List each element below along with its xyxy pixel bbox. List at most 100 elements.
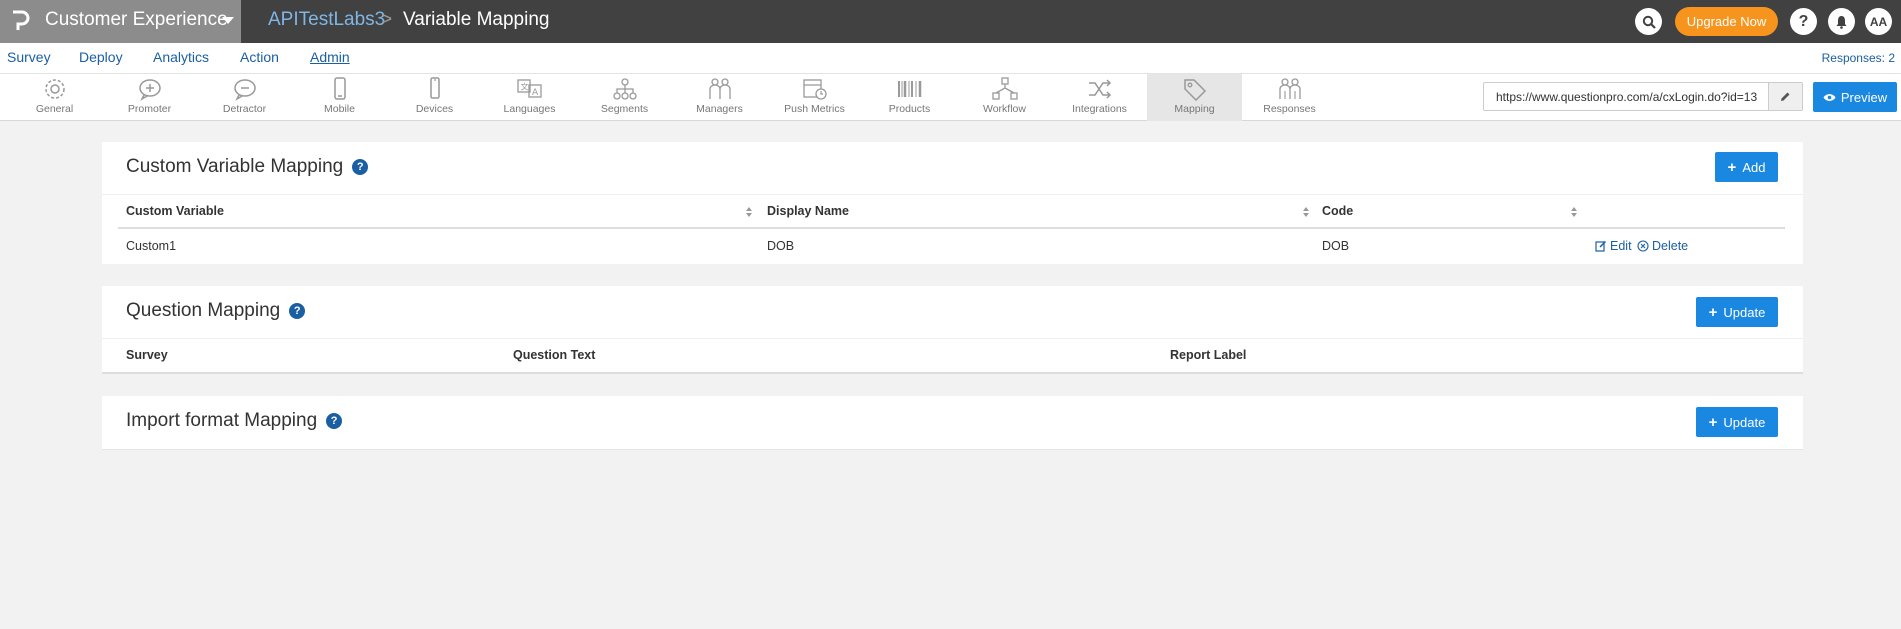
close-circle-icon xyxy=(1637,240,1649,252)
url-edit-button[interactable] xyxy=(1768,83,1802,110)
svg-text:A: A xyxy=(532,88,539,98)
edit-label: Edit xyxy=(1610,239,1632,253)
languages-icon: 文A xyxy=(516,79,542,98)
help-icon[interactable]: ? xyxy=(326,413,343,429)
notifications-button[interactable] xyxy=(1828,8,1855,35)
segments-icon xyxy=(612,78,637,100)
toolbar-workflow[interactable]: Workflow xyxy=(957,74,1052,121)
tag-icon xyxy=(1183,79,1206,101)
add-custom-variable-button[interactable]: + Add xyxy=(1715,152,1778,182)
toolbar-products[interactable]: Products xyxy=(862,74,957,121)
user-avatar[interactable]: AA xyxy=(1865,8,1892,35)
responses-count[interactable]: Responses: 2 xyxy=(1822,51,1895,65)
survey-url-text: https://www.questionpro.com/a/cxLogin.do… xyxy=(1496,90,1758,104)
toolbar-label: Devices xyxy=(415,103,454,115)
nav-admin[interactable]: Admin xyxy=(310,49,350,65)
toolbar-label: Responses xyxy=(1263,103,1316,115)
toolbar-mobile[interactable]: Mobile xyxy=(292,74,387,121)
questionpro-logo-icon xyxy=(13,10,30,30)
breadcrumb-survey-link[interactable]: APITestLabs3 xyxy=(268,9,385,31)
sort-icon[interactable] xyxy=(1303,207,1309,217)
toolbar-languages[interactable]: 文A Languages xyxy=(482,74,577,121)
breadcrumb-separator: > xyxy=(381,9,393,30)
custom-variable-mapping-title: Custom Variable Mapping? xyxy=(126,156,369,178)
nav-action[interactable]: Action xyxy=(240,49,279,65)
toolbar-mapping[interactable]: Mapping xyxy=(1147,74,1242,121)
divider xyxy=(102,338,1803,339)
svg-text:文: 文 xyxy=(520,82,528,92)
cell-display-name: DOB xyxy=(767,239,795,253)
mobile-icon xyxy=(333,77,346,100)
divider xyxy=(102,449,1803,450)
product-switcher[interactable]: Customer Experience xyxy=(0,0,241,43)
promoter-icon xyxy=(138,79,161,101)
cell-custom-variable: Custom1 xyxy=(126,239,177,253)
plus-icon: + xyxy=(1708,413,1718,431)
toolbar-managers[interactable]: Managers xyxy=(672,74,767,121)
help-icon[interactable]: ? xyxy=(289,303,306,319)
panel-title-text: Custom Variable Mapping xyxy=(126,156,344,177)
page-title: Variable Mapping xyxy=(403,9,550,30)
toolbar-label: Workflow xyxy=(983,103,1026,115)
delete-link[interactable]: Delete xyxy=(1637,239,1688,253)
edit-link[interactable]: Edit xyxy=(1595,239,1632,253)
workflow-icon xyxy=(991,77,1018,100)
toolbar-integrations[interactable]: Integrations xyxy=(1052,74,1147,121)
delete-label: Delete xyxy=(1652,239,1689,253)
question-mapping-title: Question Mapping? xyxy=(126,300,306,322)
column-header-survey: Survey xyxy=(126,348,168,362)
upgrade-now-button[interactable]: Upgrade Now xyxy=(1675,7,1778,36)
search-button[interactable] xyxy=(1635,8,1662,35)
preview-button[interactable]: Preview xyxy=(1813,82,1897,112)
import-format-mapping-title: Import format Mapping? xyxy=(126,410,343,432)
column-header-question-text: Question Text xyxy=(513,348,596,362)
toolbar-responses[interactable]: Responses xyxy=(1242,74,1337,121)
toolbar-label: Mapping xyxy=(1174,103,1215,115)
toolbar-detractor[interactable]: Detractor xyxy=(197,74,292,121)
column-header-custom-variable[interactable]: Custom Variable xyxy=(126,204,224,218)
toolbar-label: Detractor xyxy=(222,103,267,115)
nav-survey[interactable]: Survey xyxy=(7,49,51,65)
help-icon[interactable]: ? xyxy=(352,159,369,175)
update-question-mapping-button[interactable]: + Update xyxy=(1696,297,1778,327)
cell-code: DOB xyxy=(1322,239,1350,253)
column-header-code[interactable]: Code xyxy=(1322,204,1353,218)
nav-analytics[interactable]: Analytics xyxy=(153,49,209,65)
bell-icon xyxy=(1836,15,1847,29)
toolbar-label: Managers xyxy=(696,103,743,115)
toolbar-label: Languages xyxy=(503,103,556,115)
top-bar: Customer Experience APITestLabs3 > Varia… xyxy=(0,0,1901,43)
column-header-report-label: Report Label xyxy=(1170,348,1247,362)
toolbar-label: Integrations xyxy=(1072,103,1127,115)
toolbar-label: Segments xyxy=(600,103,649,115)
panel-title-text: Import format Mapping xyxy=(126,410,318,431)
toolbar-devices[interactable]: Devices xyxy=(387,74,482,121)
search-icon xyxy=(1642,15,1656,29)
detractor-icon xyxy=(233,79,256,101)
toolbar-segments[interactable]: Segments xyxy=(577,74,672,121)
column-header-display-name[interactable]: Display Name xyxy=(767,204,849,218)
nav-deploy[interactable]: Deploy xyxy=(79,49,123,65)
toolbar-label: Push Metrics xyxy=(784,103,845,115)
managers-icon xyxy=(708,78,731,99)
main-nav: Survey Deploy Analytics Action Admin Res… xyxy=(0,43,1901,74)
update-label: Update xyxy=(1723,304,1766,320)
plus-icon: + xyxy=(1708,303,1718,321)
toolbar-push-metrics[interactable]: Push Metrics xyxy=(767,74,862,121)
toolbar-promoter[interactable]: Promoter xyxy=(102,74,197,121)
sort-icon[interactable] xyxy=(1571,207,1577,217)
help-button[interactable]: ? xyxy=(1790,8,1817,35)
gear-icon xyxy=(44,79,65,99)
toolbar-label: Mobile xyxy=(324,103,355,115)
eye-icon xyxy=(1823,93,1836,101)
update-import-format-button[interactable]: + Update xyxy=(1696,407,1778,437)
chevron-down-icon xyxy=(222,17,234,24)
question-mapping-panel: Question Mapping? + Update Survey Questi… xyxy=(102,286,1803,374)
toolbar-general[interactable]: General xyxy=(7,74,102,121)
survey-url-field[interactable]: https://www.questionpro.com/a/cxLogin.do… xyxy=(1483,82,1803,111)
table-header-divider xyxy=(102,372,1803,374)
responses-icon xyxy=(1278,78,1301,99)
barcode-icon xyxy=(897,81,921,97)
product-name: Customer Experience xyxy=(45,9,228,30)
sort-icon[interactable] xyxy=(746,207,752,217)
